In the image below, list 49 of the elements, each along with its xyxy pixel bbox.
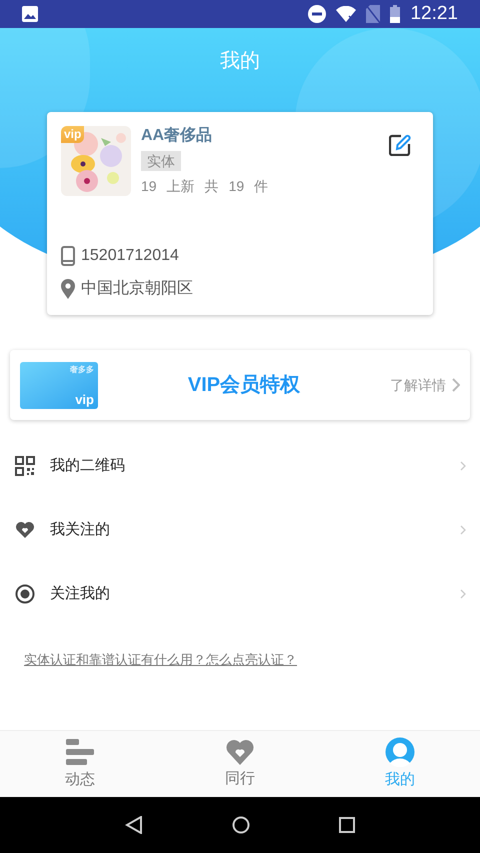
edit-button[interactable] [389,134,411,156]
location-text: 中国北京朝阳区 [81,278,193,299]
chevron-right-icon [452,378,460,392]
back-icon[interactable] [124,816,143,834]
bars-icon [65,736,95,767]
phone-icon [61,246,75,266]
vip-badge: vip [61,126,84,143]
page-title: 我的 [220,49,260,74]
stat-text: 19 [141,177,157,196]
stat-text: 共 [204,177,219,196]
edit-icon [389,134,411,156]
user-icon [385,736,415,767]
chevron-right-icon [460,525,466,535]
vip-banner[interactable]: 奢多多 vip VIP会员特权 了解详情 [10,350,470,420]
stat-text: 件 [254,177,268,196]
clock-time: 12:21 [410,2,458,26]
do-not-disturb-icon [308,5,326,23]
heart-icon [15,521,35,539]
recents-icon[interactable] [339,817,356,833]
card-brand: 奢多多 [70,364,94,376]
menu-item[interactable]: 我的二维码 [0,434,480,498]
help-link[interactable]: 实体认证和靠谱认证有什么用？怎么点亮认证？ [24,652,297,667]
image-icon [22,6,38,22]
nav-tab[interactable]: 同行 [160,731,320,797]
menu-label: 我的二维码 [50,456,126,476]
vip-title: VIP会员特权 [186,373,302,398]
battery-icon [390,5,400,23]
qr-code-icon [15,456,35,476]
stat-text: 19 [228,177,244,196]
heart-icon [225,738,255,766]
nav-tab[interactable]: 我的 [320,731,480,797]
chevron-right-icon [460,589,466,599]
menu-label: 关注我的 [50,584,111,604]
card-label: vip [75,392,94,406]
menu-item[interactable]: 我关注的 [0,498,480,562]
chevron-right-icon [460,461,466,471]
menu-label: 我关注的 [50,520,111,540]
no-sim-icon [366,5,380,23]
wifi-icon [336,6,356,22]
location-pin-icon [61,279,75,299]
menu-item[interactable]: 关注我的 [0,562,480,626]
target-icon [15,584,35,604]
shop-name: AA奢侈品 [141,126,214,146]
home-icon[interactable] [232,816,250,834]
stat-text: 上新 [166,177,195,196]
details-link[interactable]: 了解详情 [390,374,446,396]
phone-number: 15201712014 [81,246,179,266]
nav-tab[interactable]: 动态 [0,731,160,797]
shop-tag: 实体 [141,151,181,171]
